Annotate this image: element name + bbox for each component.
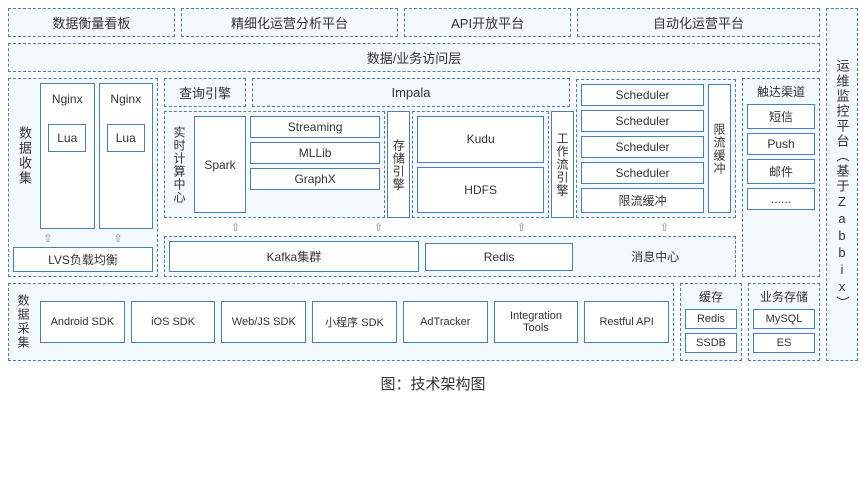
- bottom-row: 数据采集 Android SDK iOS SDK Web/JS SDK 小程序 …: [8, 283, 820, 361]
- scheduler-box-2: Scheduler: [581, 110, 704, 132]
- architecture-diagram: 数据衡量看板 精细化运营分析平台 API开放平台 自动化运营平台 数据/业务访问…: [8, 8, 858, 361]
- arrow-up-icon: ⇧: [374, 221, 383, 234]
- ios-sdk-box: iOS SDK: [131, 301, 216, 343]
- lua-box-2: Lua: [107, 124, 145, 152]
- arrow-up-icon: ⇧: [113, 232, 122, 245]
- core-row: 数据收集 Nginx Lua Nginx Lua ⇧ ⇧ LVS负载均衡 查询引擎…: [8, 78, 820, 277]
- mllib-box: MLLib: [250, 142, 380, 164]
- main-column: 数据衡量看板 精细化运营分析平台 API开放平台 自动化运营平台 数据/业务访问…: [8, 8, 820, 361]
- scheduler-box-3: Scheduler: [581, 136, 704, 158]
- message-row: Kafka集群 Redis 消息中心: [164, 236, 736, 277]
- adtracker-box: AdTracker: [403, 301, 488, 343]
- graphx-box: GraphX: [250, 168, 380, 190]
- cache-title: 缓存: [685, 288, 737, 305]
- mysql-box: MySQL: [753, 309, 815, 329]
- hdfs-box: HDFS: [417, 167, 544, 214]
- ratelimit-buffer-vertical: 限流缓冲: [708, 84, 731, 213]
- nginx-label: Nginx: [52, 92, 83, 106]
- restful-box: Restful API: [584, 301, 669, 343]
- ratelimit-box-inline: 限流缓冲: [581, 188, 704, 213]
- arrow-up-icon: ⇧: [517, 221, 526, 234]
- impala-box: Impala: [252, 78, 570, 107]
- cache-container: 缓存 Redis SSDB: [680, 283, 742, 361]
- es-box: ES: [753, 333, 815, 353]
- storage-container: Kudu HDFS: [412, 111, 549, 218]
- redis-box: Redis: [425, 243, 574, 271]
- android-sdk-box: Android SDK: [40, 301, 125, 343]
- diagram-caption: 图：技术架构图: [8, 361, 858, 398]
- query-engine-box: 查询引擎: [164, 78, 246, 107]
- more-box: ......: [747, 188, 815, 210]
- top-platforms-row: 数据衡量看板 精细化运营分析平台 API开放平台 自动化运营平台: [8, 8, 820, 37]
- sms-box: 短信: [747, 104, 815, 129]
- lvs-box: LVS负载均衡: [13, 247, 153, 272]
- integration-box: Integration Tools: [494, 301, 579, 343]
- kudu-box: Kudu: [417, 116, 544, 163]
- push-box: Push: [747, 133, 815, 155]
- kafka-box: Kafka集群: [169, 241, 419, 272]
- data-collect-label: 数据收集: [13, 83, 36, 229]
- ingest-title: 数据采集: [13, 288, 34, 356]
- streaming-box: Streaming: [250, 116, 380, 138]
- bizstore-title: 业务存储: [753, 288, 815, 305]
- workflow-engine-label: 工作流引擎: [551, 111, 574, 218]
- realtime-compute-container: 实时计算中心 Spark Streaming MLLib GraphX: [164, 111, 385, 218]
- channels-container: 触达渠道 短信 Push 邮件 ......: [742, 78, 820, 277]
- nginx-box-1: Nginx Lua: [40, 83, 95, 229]
- arrow-up-icon: ⇧: [43, 232, 52, 245]
- spark-box: Spark: [194, 116, 246, 213]
- arrow-up-icon: ⇧: [231, 221, 240, 234]
- ingest-container: 数据采集 Android SDK iOS SDK Web/JS SDK 小程序 …: [8, 283, 674, 361]
- lua-box-1: Lua: [48, 124, 86, 152]
- miniapp-sdk-box: 小程序 SDK: [312, 301, 397, 343]
- arrow-up-icon: ⇧: [660, 221, 669, 234]
- nginx-box-2: Nginx Lua: [99, 83, 154, 229]
- scheduler-box-1: Scheduler: [581, 84, 704, 106]
- nginx-label-2: Nginx: [110, 92, 141, 106]
- automation-platform-box: 自动化运营平台: [577, 8, 820, 37]
- scheduler-container: Scheduler Scheduler Scheduler Scheduler …: [576, 79, 736, 218]
- storage-engine-label: 存储引擎: [387, 111, 410, 218]
- cache-redis-box: Redis: [685, 309, 737, 329]
- cache-ssdb-box: SSDB: [685, 333, 737, 353]
- analytics-platform-box: 精细化运营分析平台: [181, 8, 399, 37]
- message-center-label: 消息中心: [579, 248, 731, 265]
- scheduler-box-4: Scheduler: [581, 162, 704, 184]
- mail-box: 邮件: [747, 159, 815, 184]
- data-collect-container: 数据收集 Nginx Lua Nginx Lua ⇧ ⇧ LVS负载均衡: [8, 78, 158, 277]
- access-layer-box: 数据/业务访问层: [8, 43, 820, 72]
- webjs-sdk-box: Web/JS SDK: [221, 301, 306, 343]
- bizstore-container: 业务存储 MySQL ES: [748, 283, 820, 361]
- center-column: 查询引擎 Impala 实时计算中心 Spark Streaming MLLib…: [164, 78, 736, 277]
- ops-monitor-box: 运维监控平台（基于Zabbix）: [826, 8, 858, 361]
- channels-title: 触达渠道: [747, 83, 815, 100]
- compute-storage-row: 实时计算中心 Spark Streaming MLLib GraphX 存储引擎…: [164, 111, 736, 218]
- api-platform-box: API开放平台: [404, 8, 571, 37]
- dashboard-box: 数据衡量看板: [8, 8, 175, 37]
- realtime-label: 实时计算中心: [169, 116, 190, 213]
